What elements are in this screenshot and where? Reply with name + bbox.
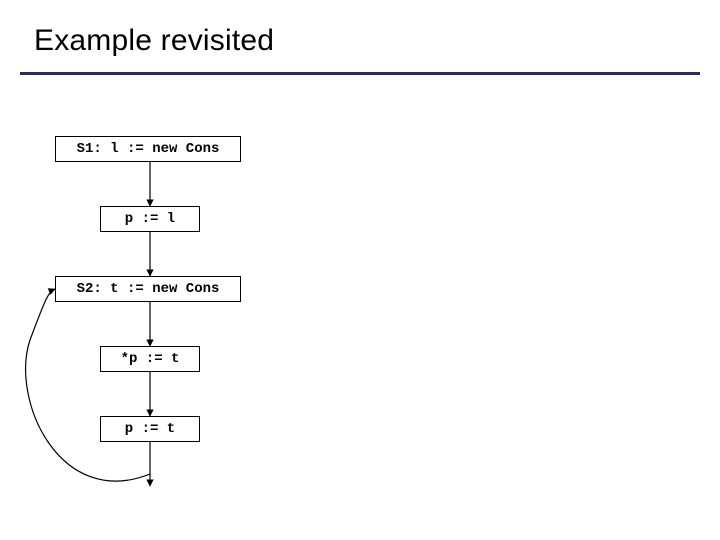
edge-loop-back — [26, 289, 150, 481]
slide: Example revisited S1: l := new Cons p :=… — [0, 0, 720, 540]
node-p-assign-t: p := t — [100, 416, 200, 442]
edges-svg — [0, 0, 720, 540]
node-s1: S1: l := new Cons — [55, 136, 241, 162]
title-underline — [20, 72, 700, 75]
node-star-p-assign-t: *p := t — [100, 346, 200, 372]
slide-title: Example revisited — [34, 24, 274, 58]
node-p-assign-l: p := l — [100, 206, 200, 232]
node-s2: S2: t := new Cons — [55, 276, 241, 302]
